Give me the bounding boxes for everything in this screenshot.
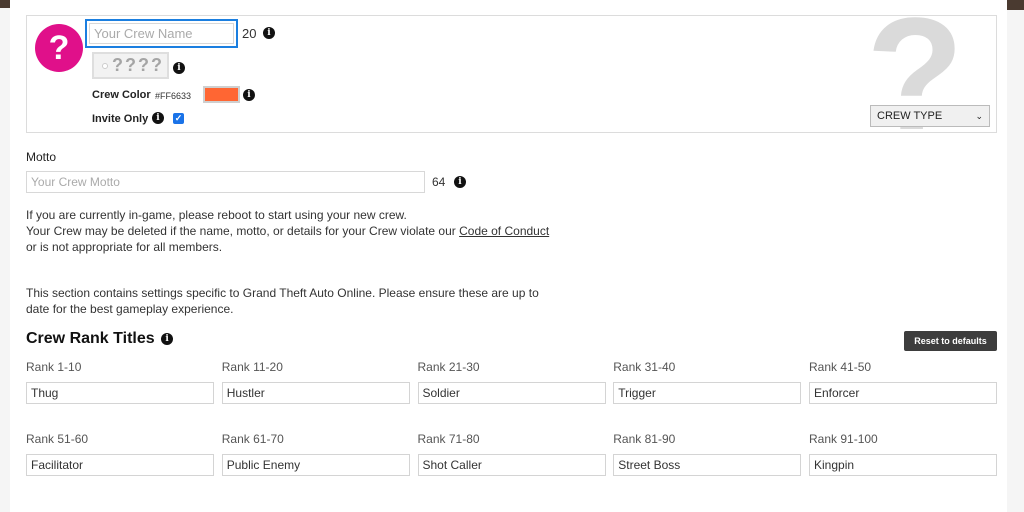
reset-to-defaults-button[interactable]: Reset to defaults [904,331,997,351]
motto-input[interactable] [26,171,425,193]
rank-label: Rank 61-70 [221,432,284,446]
rank-field: Rank 41-50 [809,359,997,404]
rank-label: Rank 21-30 [417,360,480,374]
crew-rank-titles-heading: Crew Rank Titles i [26,330,174,348]
rank-label: Rank 41-50 [809,360,872,374]
code-of-conduct-link[interactable]: Code of Conduct [459,224,549,238]
crew-type-selected-value: CREW TYPE [877,110,943,122]
rank-label: Rank 11-20 [221,360,283,374]
tag-style-radio-icon [102,63,108,70]
gta-notice-line: date for the best gameplay experience. [26,302,234,316]
rank-field: Rank 91-100 [809,431,997,476]
rank-titles-grid: Rank 1-10 Rank 11-20 Rank 21-30 Rank 31-… [26,359,997,476]
rank-title-input[interactable] [26,454,214,476]
rank-label: Rank 81-90 [613,432,676,446]
rank-field: Rank 51-60 [26,431,214,476]
crew-emblem-placeholder-icon[interactable]: ? [35,24,83,72]
gta-notice-line: This section contains settings specific … [26,286,539,300]
rank-title-input[interactable] [221,382,410,404]
rank-titles-info-icon[interactable]: i [161,333,174,345]
crew-identity-card: ? ? 20 i ???? i Crew Color #FF6633 i Inv… [26,15,997,133]
background-image-fragment [0,0,10,8]
rank-title-input[interactable] [26,382,214,404]
crew-settings-panel: ? ? 20 i ???? i Crew Color #FF6633 i Inv… [10,0,1007,512]
invite-only-checkbox[interactable]: ✓ [173,113,184,124]
motto-char-counter: 64 [432,175,446,189]
background-image-fragment [1007,0,1024,10]
rank-label: Rank 1-10 [26,360,82,374]
rank-field: Rank 11-20 [221,359,410,404]
rank-field: Rank 1-10 [26,359,214,404]
rank-title-input[interactable] [221,454,410,476]
crew-rank-titles-title: Crew Rank Titles [26,330,155,347]
crew-name-info-icon[interactable]: i [263,27,275,39]
crew-color-swatch[interactable] [203,86,240,103]
conduct-notice-line-end: or is not appropriate for all members. [26,240,223,254]
reboot-notice: If you are currently in-game, please reb… [26,207,549,255]
crew-name-char-counter: 20 [242,26,257,41]
rank-title-input[interactable] [809,454,997,476]
rank-title-input[interactable] [417,382,606,404]
crew-color-label: Crew Color [92,89,151,101]
crew-color-info-icon[interactable]: i [243,89,255,101]
rank-field: Rank 81-90 [613,431,802,476]
invite-only-label: Invite Only [92,113,149,125]
crew-name-field-wrapper [85,19,238,48]
page-background-right [1007,0,1024,512]
page-background-left [0,0,10,512]
crew-color-hex: #FF6633 [155,91,192,101]
rank-title-input[interactable] [613,382,802,404]
motto-info-icon[interactable]: i [454,176,466,188]
rank-label: Rank 71-80 [417,432,480,446]
crew-tag-value: ???? [112,55,164,75]
rank-title-input[interactable] [417,454,606,476]
rank-label: Rank 31-40 [613,360,676,374]
rank-title-input[interactable] [613,454,802,476]
chevron-down-icon: ⌄ [975,111,983,121]
reboot-notice-line: If you are currently in-game, please reb… [26,208,407,222]
rank-field: Rank 61-70 [221,431,410,476]
rank-field: Rank 21-30 [417,359,606,404]
crew-name-input[interactable] [89,23,234,44]
rank-label: Rank 91-100 [809,432,878,446]
rank-label: Rank 51-60 [26,432,89,446]
rank-field: Rank 71-80 [417,431,606,476]
conduct-notice-line: Your Crew may be deleted if the name, mo… [26,223,549,239]
invite-only-info-icon[interactable]: i [152,112,164,124]
crew-type-select[interactable]: CREW TYPE ⌄ [870,105,990,127]
crew-tag-field[interactable]: ???? [92,52,169,79]
conduct-notice-text: Your Crew may be deleted if the name, mo… [26,224,460,238]
motto-label: Motto [26,150,57,164]
crew-tag-info-icon[interactable]: i [173,62,185,74]
rank-title-input[interactable] [809,382,997,404]
gta-settings-notice: This section contains settings specific … [26,285,539,317]
rank-field: Rank 31-40 [613,359,802,404]
